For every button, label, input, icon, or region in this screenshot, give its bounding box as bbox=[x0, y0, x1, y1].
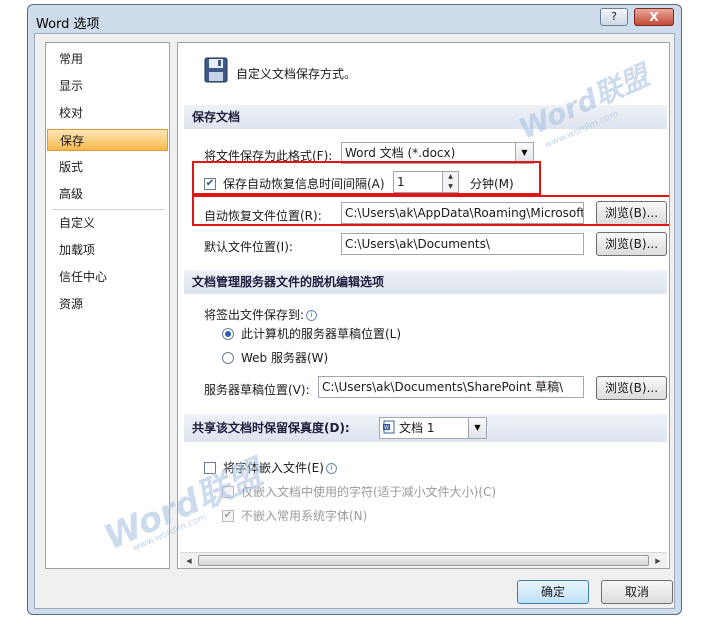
cancel-button[interactable]: 取消 bbox=[601, 580, 673, 604]
highlight-autorecover-interval bbox=[192, 161, 541, 195]
sidebar-item-general[interactable]: 常用 bbox=[47, 48, 168, 70]
fidelity-document-value: 文档 1 bbox=[399, 421, 435, 435]
sidebar-item-addins[interactable]: 加载项 bbox=[47, 239, 168, 261]
section-offline-editing: 文档管理服务器文件的脱机编辑选项 bbox=[184, 270, 667, 294]
ok-button[interactable]: 确定 bbox=[517, 580, 589, 604]
info-icon: i bbox=[325, 463, 337, 474]
page-title: 自定义文档保存方式。 bbox=[236, 67, 357, 81]
scroll-right-icon[interactable]: ▶ bbox=[651, 555, 665, 567]
no-common-fonts-checkbox[interactable]: ✔ bbox=[222, 510, 234, 522]
highlight-autorecover-location bbox=[192, 195, 669, 226]
chevron-down-icon[interactable]: ▼ bbox=[468, 418, 486, 438]
watermark-logo: Word联盟 bbox=[513, 59, 654, 146]
sidebar-item-save[interactable]: 保存 bbox=[47, 129, 168, 151]
embed-fonts-label: 将字体嵌入文件(E) i bbox=[223, 459, 337, 476]
sidebar-item-layout[interactable]: 版式 bbox=[47, 156, 168, 178]
radio-web-server[interactable] bbox=[222, 352, 234, 364]
saveto-label-text: 将签出文件保存到: bbox=[204, 308, 305, 322]
sidebar-item-trust-center[interactable]: 信任中心 bbox=[47, 266, 168, 288]
window-title: Word 选项 bbox=[36, 17, 100, 32]
save-format-value: Word 文档 (*.docx) bbox=[345, 146, 456, 160]
radio-selected-dot bbox=[225, 331, 231, 337]
word-document-icon: W bbox=[383, 420, 395, 434]
embed-used-chars-checkbox[interactable] bbox=[222, 486, 234, 498]
no-common-fonts-label: 不嵌入常用系统字体(N) bbox=[241, 509, 368, 523]
floppy-disk-icon bbox=[204, 57, 228, 83]
horizontal-scrollbar[interactable]: ◀ ▶ bbox=[180, 552, 667, 568]
radio-web-server-label: Web 服务器(W) bbox=[241, 351, 329, 365]
radio-local-drafts-label: 此计算机的服务器草稿位置(L) bbox=[241, 327, 402, 341]
sidebar-item-customize[interactable]: 自定义 bbox=[47, 212, 168, 234]
embed-fonts-label-text: 将字体嵌入文件(E) bbox=[223, 461, 324, 475]
options-sidebar: 常用 显示 校对 保存 版式 高级 自定义 加载项 信任中心 资源 bbox=[45, 42, 170, 569]
radio-local-drafts[interactable] bbox=[222, 328, 234, 340]
info-icon: i bbox=[306, 310, 318, 321]
default-location-field[interactable]: C:\Users\ak\Documents\ bbox=[341, 233, 584, 255]
scrollbar-thumb[interactable] bbox=[198, 555, 649, 566]
chevron-down-icon[interactable]: ▼ bbox=[515, 143, 533, 163]
options-content: 自定义文档保存方式。 保存文档 将文件保存为此格式(F): Word 文档 (*… bbox=[177, 42, 670, 569]
sidebar-item-resources[interactable]: 资源 bbox=[47, 293, 168, 315]
default-browse-button[interactable]: 浏览(B)... bbox=[596, 232, 667, 256]
close-button[interactable]: X bbox=[634, 8, 674, 26]
sidebar-item-proofing[interactable]: 校对 bbox=[47, 102, 168, 124]
scroll-left-icon[interactable]: ◀ bbox=[182, 555, 196, 567]
embed-fonts-checkbox[interactable] bbox=[204, 462, 216, 474]
drafts-browse-button[interactable]: 浏览(B)... bbox=[596, 376, 667, 400]
default-location-label: 默认文件位置(I): bbox=[204, 240, 293, 254]
dialog-client: 常用 显示 校对 保存 版式 高级 自定义 加载项 信任中心 资源 自定义文档保… bbox=[34, 33, 675, 609]
sidebar-item-display[interactable]: 显示 bbox=[47, 75, 168, 97]
drafts-location-label: 服务器草稿位置(V): bbox=[204, 383, 310, 397]
sidebar-divider bbox=[52, 209, 165, 210]
saveto-label: 将签出文件保存到: i bbox=[204, 306, 318, 323]
fidelity-document-dropdown[interactable]: W 文档 1 ▼ bbox=[379, 417, 487, 439]
word-options-window: Word 选项 ? X 常用 显示 校对 保存 版式 高级 自定义 加载项 信任… bbox=[27, 4, 682, 615]
section-save-documents: 保存文档 bbox=[184, 105, 667, 129]
svg-text:W: W bbox=[384, 425, 389, 431]
help-button[interactable]: ? bbox=[600, 8, 628, 26]
sidebar-item-advanced[interactable]: 高级 bbox=[47, 183, 168, 205]
embed-used-chars-label: 仅嵌入文档中使用的字符(适于减小文件大小)(C) bbox=[241, 485, 497, 499]
drafts-location-field[interactable]: C:\Users\ak\Documents\SharePoint 草稿\ bbox=[318, 376, 584, 398]
